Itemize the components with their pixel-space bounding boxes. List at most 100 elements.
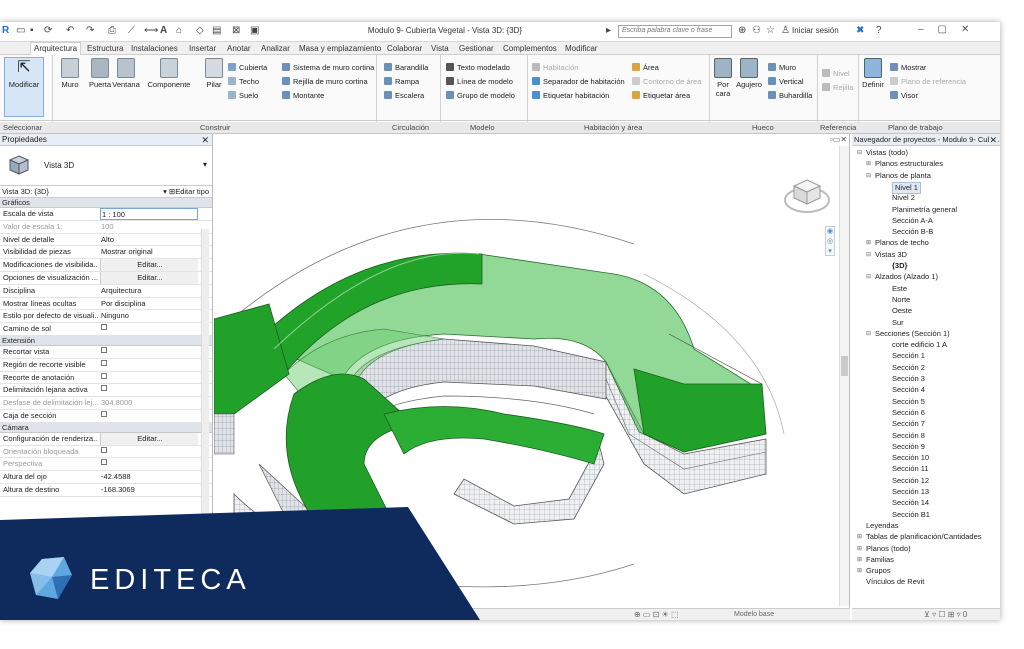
- close-icon[interactable]: ✕: [989, 134, 997, 145]
- checkbox[interactable]: [101, 359, 107, 366]
- property-checkbox[interactable]: [100, 410, 198, 422]
- browser-node[interactable]: Secciones (Sección 1): [875, 329, 950, 339]
- ribbon-tool-room-2[interactable]: Etiquetar habitación: [532, 91, 609, 101]
- tab-11[interactable]: Modificar: [562, 43, 600, 55]
- ribbon-tool-build_small-4[interactable]: Rejilla de muro cortina: [282, 77, 368, 87]
- browser-node[interactable]: {3D}: [892, 261, 907, 271]
- undo-icon[interactable]: ↶: [66, 25, 74, 37]
- expand-toggle-icon[interactable]: ⊞: [866, 159, 871, 169]
- property-checkbox[interactable]: [100, 372, 198, 384]
- view-scale-label[interactable]: Modelo base: [734, 611, 774, 618]
- section-icon[interactable]: ◇: [196, 25, 204, 37]
- property-value[interactable]: Mostrar original: [100, 246, 198, 258]
- expand-toggle-icon[interactable]: ⊟: [866, 272, 871, 282]
- browser-node[interactable]: Sección 10: [892, 453, 929, 463]
- expand-toggle-icon[interactable]: ⊞: [857, 544, 862, 554]
- property-value[interactable]: Por disciplina: [100, 298, 198, 310]
- ribbon-tool-build_small-1[interactable]: Techo: [228, 77, 259, 87]
- ribbon-tool-opening_small-0[interactable]: Muro: [768, 63, 796, 73]
- property-checkbox[interactable]: [100, 346, 198, 358]
- window-controls[interactable]: –▢✕: [918, 24, 983, 35]
- build-button-1[interactable]: Puerta: [86, 58, 114, 89]
- ribbon-tool-build_small-0[interactable]: Cubierta: [228, 63, 267, 73]
- tab-7[interactable]: Colaborar: [384, 43, 425, 55]
- text-icon[interactable]: A: [160, 25, 167, 37]
- favorites-icon[interactable]: ☆: [766, 25, 775, 36]
- browser-node[interactable]: Sección 9: [892, 442, 925, 452]
- type-selector[interactable]: Vista 3D ▾: [0, 146, 212, 186]
- help-icon[interactable]: ?: [876, 25, 882, 36]
- tab-10[interactable]: Complementos: [500, 43, 560, 55]
- chevron-right-icon[interactable]: ▸: [606, 25, 611, 36]
- build-button-3[interactable]: Componente: [146, 58, 192, 89]
- search-input[interactable]: Escriba palabra clave o frase: [618, 25, 732, 38]
- tab-4[interactable]: Anotar: [224, 43, 254, 55]
- expand-toggle-icon[interactable]: ⊟: [866, 250, 871, 260]
- ribbon-tool-circulation-2[interactable]: Escalera: [384, 91, 424, 101]
- tab-0[interactable]: Arquitectura: [30, 42, 82, 56]
- sign-in-link[interactable]: Iniciar sesión: [792, 26, 839, 35]
- expand-toggle-icon[interactable]: ⊞: [857, 532, 862, 542]
- ribbon-tool-room-3[interactable]: Área: [632, 63, 659, 73]
- browser-node[interactable]: Sección B1: [892, 510, 930, 520]
- filter-icons[interactable]: ⊻ ▿ ☐ ⊞ ▿ 0: [924, 610, 967, 619]
- checkbox[interactable]: [101, 372, 107, 379]
- ribbon-tool-model-1[interactable]: Línea de modelo: [446, 77, 513, 87]
- section-header[interactable]: Cámara: [0, 422, 212, 433]
- section-header[interactable]: Extensión: [0, 335, 212, 346]
- edit-button[interactable]: Editar...: [100, 432, 198, 445]
- ribbon-tool-build_small-2[interactable]: Suelo: [228, 91, 258, 101]
- browser-node[interactable]: Vínculos de Revit: [866, 577, 924, 587]
- expand-toggle-icon[interactable]: ⊟: [866, 171, 871, 181]
- edit-button[interactable]: Editar...: [100, 271, 198, 284]
- properties-scrollbar[interactable]: [201, 229, 209, 554]
- modify-button[interactable]: ⇱ Modificar: [4, 57, 44, 117]
- browser-node[interactable]: Planimetría general: [892, 205, 957, 215]
- tab-1[interactable]: Estructura: [84, 43, 126, 55]
- browser-node[interactable]: Sección B-B: [892, 227, 933, 237]
- property-value[interactable]: Alto: [100, 234, 198, 246]
- viewport-scrollbar[interactable]: [839, 146, 849, 606]
- expand-toggle-icon[interactable]: ⊞: [857, 555, 862, 565]
- close-icon[interactable]: ✕: [201, 134, 209, 146]
- browser-node[interactable]: Sección 4: [892, 385, 925, 395]
- browser-node[interactable]: Planos estructurales: [875, 159, 943, 169]
- property-value[interactable]: -42.4588: [100, 471, 198, 483]
- ribbon-tool-circulation-1[interactable]: Rampa: [384, 77, 419, 87]
- browser-node[interactable]: Oeste: [892, 306, 912, 316]
- browser-node[interactable]: Sección 5: [892, 397, 925, 407]
- checkbox[interactable]: [101, 324, 107, 331]
- instance-filter[interactable]: Vista 3D: {3D} ▾ ⊞Editar tipo: [0, 186, 212, 198]
- browser-node[interactable]: Sección 1: [892, 351, 925, 361]
- browser-node[interactable]: Sección 11: [892, 464, 929, 474]
- section-header[interactable]: Gráficos: [0, 198, 212, 208]
- thin-lines-icon[interactable]: ▤: [212, 25, 221, 37]
- tab-5[interactable]: Analizar: [258, 43, 293, 55]
- ribbon-tool-room-0[interactable]: Habitación: [532, 63, 578, 73]
- ribbon-tool-model-2[interactable]: Grupo de modelo: [446, 91, 515, 101]
- property-value[interactable]: -168.3069: [100, 484, 198, 496]
- sync-icon[interactable]: ⟳: [44, 25, 52, 37]
- browser-node[interactable]: Sección 2: [892, 363, 925, 373]
- browser-node[interactable]: Este: [892, 284, 907, 294]
- checkbox[interactable]: [101, 346, 107, 353]
- browser-node[interactable]: Sur: [892, 318, 904, 328]
- ribbon-tool-opening_small-1[interactable]: Vertical: [768, 77, 804, 87]
- browser-node[interactable]: Planos de planta: [875, 171, 931, 181]
- browser-node[interactable]: Sección 8: [892, 431, 925, 441]
- expand-toggle-icon[interactable]: ⊟: [857, 148, 862, 158]
- ribbon-tool-build_small-5[interactable]: Montante: [282, 91, 324, 101]
- binoculars-icon[interactable]: ⊕: [738, 25, 746, 36]
- browser-node[interactable]: Sección 3: [892, 374, 925, 384]
- ribbon-tool-opening_small-2[interactable]: Buhardilla: [768, 91, 812, 101]
- browser-node[interactable]: Sección 12: [892, 476, 929, 486]
- define-workplane-button[interactable]: Definir: [860, 58, 886, 89]
- browser-node[interactable]: Planos de techo: [875, 238, 929, 248]
- browser-node[interactable]: Familias: [866, 555, 894, 565]
- property-value[interactable]: Arquitectura: [100, 285, 198, 297]
- open-icon[interactable]: ▭: [16, 25, 25, 37]
- subscription-icon[interactable]: ⚇: [752, 25, 761, 36]
- user-icon[interactable]: ♙: [781, 25, 790, 36]
- browser-node[interactable]: Sección A-A: [892, 216, 933, 226]
- browser-node[interactable]: corte edificio 1 A: [892, 340, 947, 350]
